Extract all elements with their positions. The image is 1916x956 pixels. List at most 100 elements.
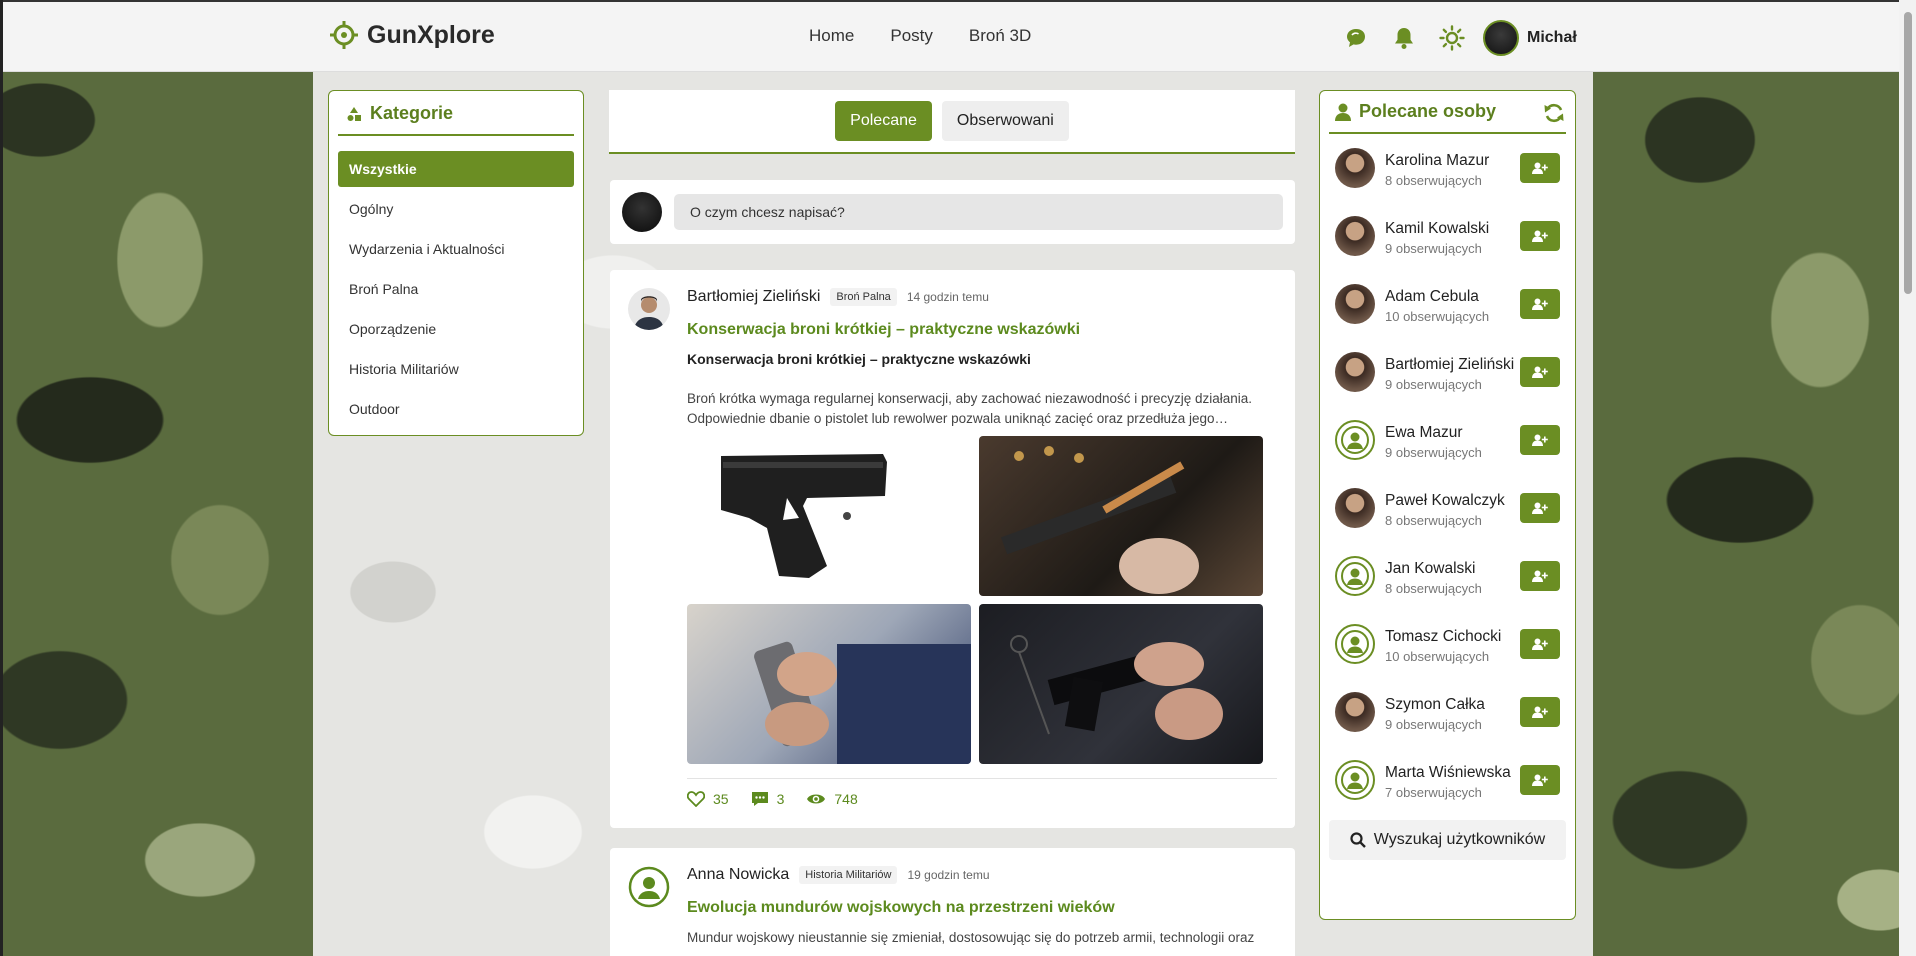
person-name[interactable]: Adam Cebula xyxy=(1385,285,1520,309)
user-plus-icon xyxy=(1532,162,1548,174)
person-name[interactable]: Bartłomiej Zieliński xyxy=(1385,353,1520,377)
gallery-image-cleaning[interactable] xyxy=(979,436,1263,596)
suggested-person: Ewa Mazur 9 obserwujących xyxy=(1329,406,1566,474)
person-avatar[interactable] xyxy=(1335,420,1375,460)
shapes-icon xyxy=(347,106,361,121)
person-avatar[interactable] xyxy=(1335,556,1375,596)
person-followers: 9 obserwujących xyxy=(1385,444,1482,460)
category-item-wydarzenia[interactable]: Wydarzenia i Aktualności xyxy=(338,231,574,267)
follow-button[interactable] xyxy=(1520,289,1560,319)
follow-button[interactable] xyxy=(1520,561,1560,591)
person-name[interactable]: Szymon Całka xyxy=(1385,693,1520,717)
follow-button[interactable] xyxy=(1520,697,1560,727)
person-info: Szymon Całka 9 obserwujących xyxy=(1385,693,1520,732)
comment-icon xyxy=(751,792,768,806)
post-category-badge[interactable]: Historia Militariów xyxy=(799,866,898,884)
person-info: Kamil Kowalski 9 obserwujących xyxy=(1385,217,1520,256)
post-category-badge[interactable]: Broń Palna xyxy=(830,288,897,306)
people-title: Polecane osoby xyxy=(1359,101,1497,121)
category-item-oporzadzenie[interactable]: Oporządzenie xyxy=(338,311,574,347)
gallery-image-disassembly[interactable] xyxy=(979,604,1263,764)
person-avatar[interactable] xyxy=(1335,284,1375,324)
search-users-button[interactable]: Wyszukaj użytkowników xyxy=(1329,820,1566,860)
tab-polecane[interactable]: Polecane xyxy=(835,101,932,141)
post-title[interactable]: Ewolucja mundurów wojskowych na przestrz… xyxy=(687,899,1115,917)
person-info: Paweł Kowalczyk 8 obserwujących xyxy=(1385,489,1520,528)
post-author-avatar[interactable] xyxy=(628,288,670,330)
person-name[interactable]: Tomasz Cichocki xyxy=(1385,625,1520,649)
person-avatar[interactable] xyxy=(1335,760,1375,800)
person-avatar[interactable] xyxy=(1335,352,1375,392)
suggested-person: Karolina Mazur 8 obserwujących xyxy=(1329,134,1566,202)
post-excerpt: Mundur wojskowy nieustannie się zmieniał… xyxy=(687,930,1255,945)
feed-tabs: Polecane Obserwowani xyxy=(609,90,1295,154)
nav-posts-link[interactable]: Posty xyxy=(890,26,933,46)
post-author[interactable]: Anna Nowicka xyxy=(687,866,789,884)
person-followers: 9 obserwujących xyxy=(1385,376,1482,392)
page-scrollbar[interactable] xyxy=(1899,0,1916,956)
header-actions: Michał xyxy=(1343,20,1577,56)
heart-icon xyxy=(687,791,705,807)
follow-button[interactable] xyxy=(1520,357,1560,387)
people-header: Polecane osoby xyxy=(1329,101,1566,134)
follow-button[interactable] xyxy=(1520,493,1560,523)
follow-button[interactable] xyxy=(1520,153,1560,183)
chat-icon[interactable] xyxy=(1343,25,1369,51)
category-item-historia[interactable]: Historia Militariów xyxy=(338,351,574,387)
person-avatar[interactable] xyxy=(1335,624,1375,664)
suggested-person: Tomasz Cichocki 10 obserwujących xyxy=(1329,610,1566,678)
post-subtitle: Konserwacja broni krótkiej – praktyczne … xyxy=(687,351,1031,367)
gallery-image-pistol[interactable] xyxy=(687,436,971,596)
post-title[interactable]: Konserwacja broni krótkiej – praktyczne … xyxy=(687,321,1080,339)
user-plus-icon xyxy=(1532,298,1548,310)
gallery-image-inspection[interactable] xyxy=(687,604,971,764)
app-logo[interactable]: GunXplore xyxy=(329,20,495,50)
like-count: 35 xyxy=(713,791,729,807)
category-item-outdoor[interactable]: Outdoor xyxy=(338,391,574,427)
follow-button[interactable] xyxy=(1520,765,1560,795)
follow-button[interactable] xyxy=(1520,221,1560,251)
person-avatar[interactable] xyxy=(1335,148,1375,188)
person-followers: 8 obserwujących xyxy=(1385,512,1482,528)
person-info: Karolina Mazur 8 obserwujących xyxy=(1385,149,1520,188)
search-icon xyxy=(1350,832,1366,848)
user-plus-icon xyxy=(1532,366,1548,378)
person-avatar[interactable] xyxy=(1335,692,1375,732)
composer-input[interactable]: O czym chcesz napisać? xyxy=(674,194,1283,230)
user-plus-icon xyxy=(1532,434,1548,446)
nav-home-link[interactable]: Home xyxy=(809,26,854,46)
post-author[interactable]: Bartłomiej Zieliński xyxy=(687,288,820,306)
like-button[interactable]: 35 xyxy=(687,791,729,807)
category-item-ogolny[interactable]: Ogólny xyxy=(338,191,574,227)
follow-button[interactable] xyxy=(1520,425,1560,455)
person-name[interactable]: Ewa Mazur xyxy=(1385,421,1520,445)
app-name: GunXplore xyxy=(367,20,495,49)
comment-button[interactable]: 3 xyxy=(751,791,784,807)
suggested-person: Jan Kowalski 8 obserwujących xyxy=(1329,542,1566,610)
person-name[interactable]: Paweł Kowalczyk xyxy=(1385,489,1520,513)
suggested-person: Marta Wiśniewska 7 obserwujących xyxy=(1329,746,1566,814)
tab-obserwowani[interactable]: Obserwowani xyxy=(941,101,1069,141)
post-gallery xyxy=(687,436,1263,764)
person-name[interactable]: Kamil Kowalski xyxy=(1385,217,1520,241)
person-avatar[interactable] xyxy=(1335,488,1375,528)
user-default-icon xyxy=(1341,630,1369,658)
person-info: Ewa Mazur 9 obserwujących xyxy=(1385,421,1520,460)
person-followers: 8 obserwujących xyxy=(1385,172,1482,188)
person-name[interactable]: Marta Wiśniewska xyxy=(1385,761,1520,785)
bell-icon[interactable] xyxy=(1391,25,1417,51)
refresh-icon[interactable] xyxy=(1543,102,1565,129)
nav-weapons3d-link[interactable]: Broń 3D xyxy=(969,26,1031,46)
category-item-wszystkie[interactable]: Wszystkie xyxy=(338,151,574,187)
follow-button[interactable] xyxy=(1520,629,1560,659)
sun-icon[interactable] xyxy=(1439,25,1465,51)
post-meta: Bartłomiej Zieliński Broń Palna 14 godzi… xyxy=(687,288,989,306)
category-item-bron-palna[interactable]: Broń Palna xyxy=(338,271,574,307)
person-name[interactable]: Karolina Mazur xyxy=(1385,149,1520,173)
post-author-avatar[interactable] xyxy=(628,866,670,908)
scrollbar-thumb[interactable] xyxy=(1904,12,1912,294)
person-avatar[interactable] xyxy=(1335,216,1375,256)
user-menu[interactable]: Michał xyxy=(1483,20,1577,56)
user-default-icon xyxy=(1341,562,1369,590)
person-name[interactable]: Jan Kowalski xyxy=(1385,557,1520,581)
